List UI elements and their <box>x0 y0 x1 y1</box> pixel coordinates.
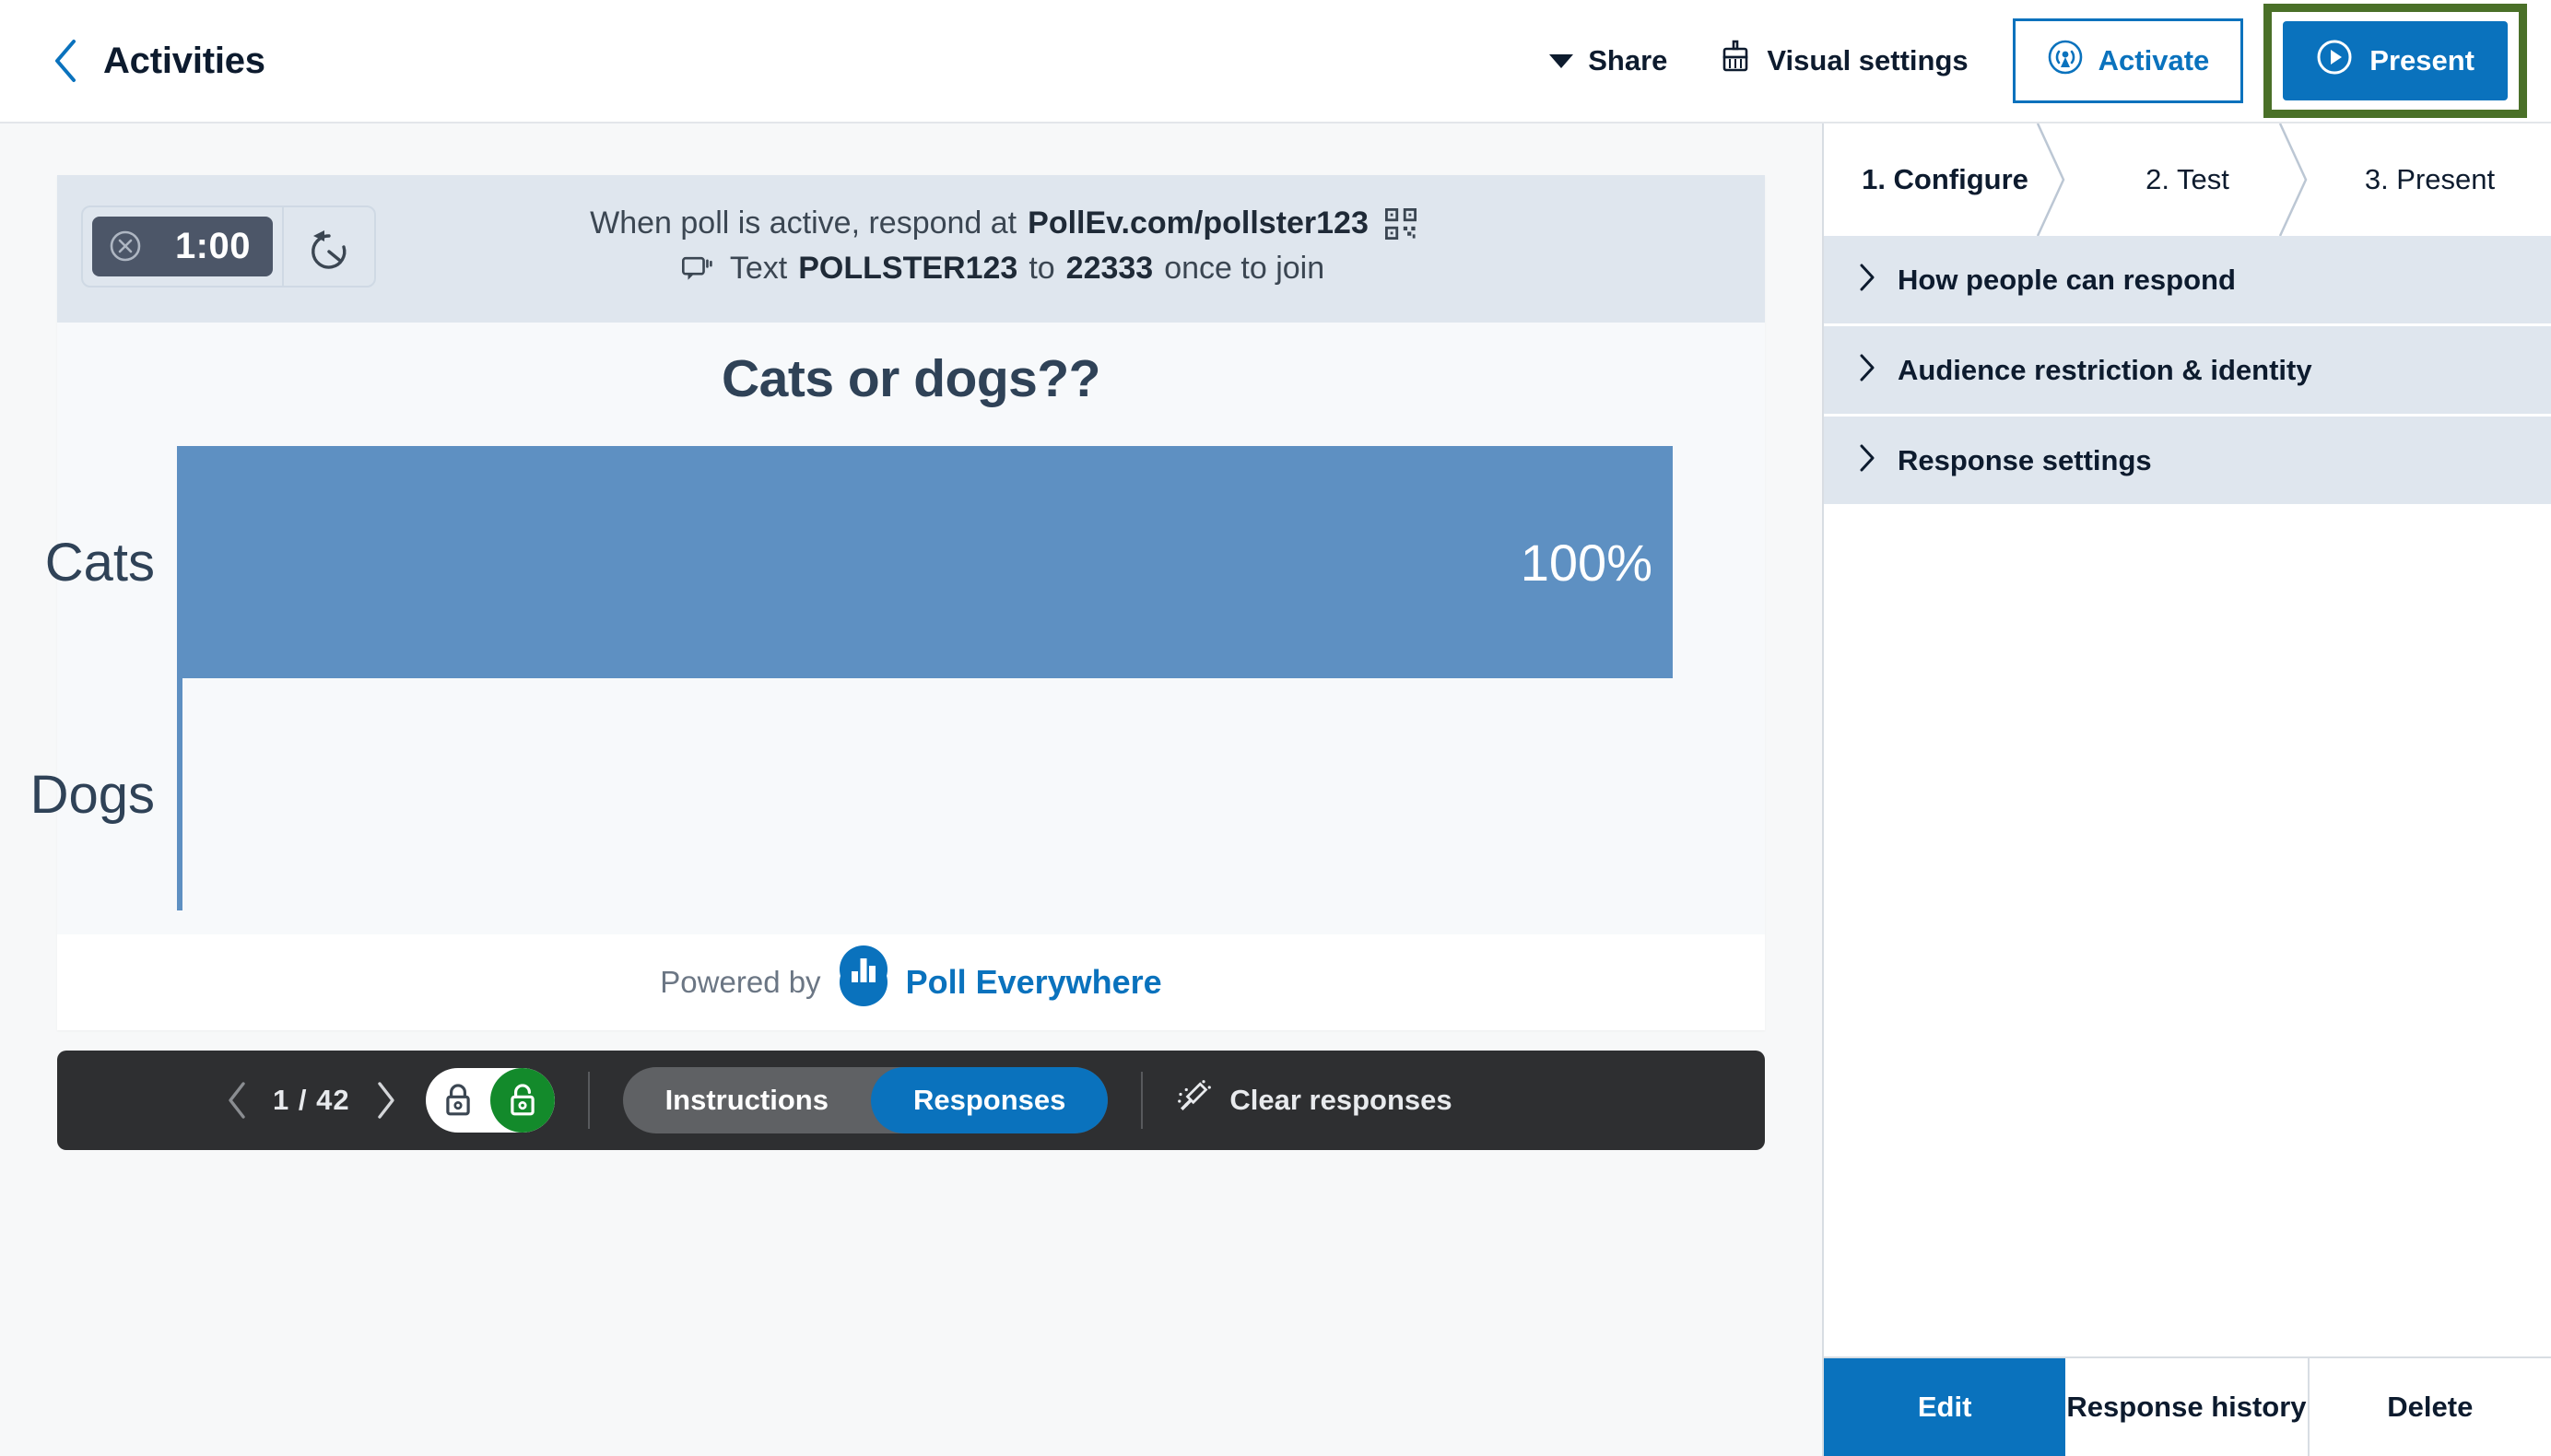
view-mode-toggle: Instructions Responses <box>622 1067 1109 1133</box>
broom-icon <box>1176 1078 1213 1122</box>
timer-reset-icon <box>304 216 354 277</box>
body-row: 1:00 When poll is active, respond at Pol… <box>0 123 2551 1456</box>
tab-test[interactable]: 2. Test <box>2066 123 2310 237</box>
chart-category-label: Cats <box>44 532 155 593</box>
activate-label: Activate <box>2098 44 2210 76</box>
present-highlight-box: Present <box>2263 4 2527 118</box>
prev-slide-button[interactable] <box>225 1080 249 1121</box>
settings-accordion: How people can respond Audience restrict… <box>1824 236 2551 507</box>
x-circle-icon[interactable] <box>107 228 144 264</box>
tab-present-label: 3. Present <box>2364 163 2496 195</box>
accordion-label: How people can respond <box>1898 263 2236 296</box>
control-divider <box>1141 1072 1144 1129</box>
chart-bar-row: Dogs <box>30 678 1673 910</box>
presenter-control-bar: 1 / 42 Instructions Responses Clear resp… <box>57 1051 1765 1150</box>
chevron-right-icon <box>1857 352 1877 388</box>
visual-settings-label: Visual settings <box>1767 44 1969 76</box>
present-button[interactable]: Present <box>2283 21 2508 100</box>
paintbrush-icon <box>1719 39 1752 83</box>
slide-counter: 1 / 42 <box>273 1084 350 1116</box>
top-toolbar: Activities Share Visual settings Activat… <box>0 0 2551 123</box>
timer-value: 1:00 <box>174 225 251 266</box>
visual-settings-button[interactable]: Visual settings <box>1699 26 1988 96</box>
poll-branding-footer: Powered by Poll Everywhere <box>57 934 1765 1030</box>
accordion-audience-restriction-identity[interactable]: Audience restriction & identity <box>1824 326 2551 417</box>
clear-responses-label: Clear responses <box>1229 1084 1452 1116</box>
tab-responses[interactable]: Responses <box>870 1067 1109 1133</box>
share-label: Share <box>1588 44 1668 76</box>
text-middle: to <box>1029 251 1055 286</box>
step-tabs: 1. Configure 2. Test 3. Present <box>1824 123 2551 237</box>
control-divider <box>587 1072 590 1129</box>
results-bar-chart: Cats 100% Dogs <box>30 429 1765 934</box>
poll-preview-card: 1:00 When poll is active, respond at Pol… <box>30 175 1765 1030</box>
poll-instructions: When poll is active, respond at PollEv.c… <box>404 205 1741 287</box>
text-suffix: once to join <box>1164 251 1325 286</box>
text-prefix: Text <box>729 251 788 286</box>
tab-instructions[interactable]: Instructions <box>623 1067 871 1133</box>
chart-plot-area: Cats 100% Dogs <box>30 446 1673 910</box>
main-panel: 1:00 When poll is active, respond at Pol… <box>0 123 1822 1456</box>
timer-pill[interactable]: 1:00 <box>92 216 273 276</box>
chart-bar-row: Cats 100% <box>45 446 1673 678</box>
back-button[interactable] <box>48 38 83 84</box>
text-to-join-line: Text POLLSTER123 to 22333 once to join <box>681 251 1325 287</box>
chevron-right-icon <box>1857 442 1877 478</box>
chevron-right-icon <box>1857 262 1877 298</box>
poll-response-header: 1:00 When poll is active, respond at Pol… <box>57 175 1765 323</box>
config-sidebar: 1. Configure 2. Test 3. Present How peop… <box>1822 123 2551 1456</box>
poll-everywhere-app: Activities Share Visual settings Activat… <box>0 0 2551 1456</box>
lock-closed-icon[interactable] <box>426 1068 490 1133</box>
poll-everywhere-logo-icon <box>839 945 888 1006</box>
accordion-how-people-can-respond[interactable]: How people can respond <box>1824 236 2551 326</box>
sidebar-action-bar: Edit Response history Delete <box>1824 1356 2551 1456</box>
broadcast-icon <box>2047 38 2084 84</box>
toolbar-actions: Share Visual settings Activate Present <box>1531 4 2527 118</box>
sidebar-empty-area <box>1824 507 2551 1356</box>
tab-configure-label: 1. Configure <box>1862 163 2028 195</box>
accordion-response-settings[interactable]: Response settings <box>1824 417 2551 507</box>
timer-widget[interactable]: 1:00 <box>81 205 376 288</box>
step-separator-icon <box>2278 123 2310 237</box>
activate-button[interactable]: Activate <box>2012 18 2244 103</box>
text-shortcode: 22333 <box>1065 251 1154 286</box>
accordion-label: Audience restriction & identity <box>1898 353 2312 386</box>
powered-by-label: Powered by <box>660 965 821 999</box>
slide-pager: 1 / 42 <box>225 1080 398 1121</box>
poll-question-title: Cats or dogs?? <box>721 349 1101 408</box>
chart-value-label: 100% <box>1520 533 1652 592</box>
step-separator-icon <box>2036 123 2067 237</box>
clear-responses-button[interactable]: Clear responses <box>1176 1078 1452 1122</box>
tab-configure[interactable]: 1. Configure <box>1824 123 2067 237</box>
share-button[interactable]: Share <box>1531 31 1686 90</box>
timer-reset-button[interactable] <box>282 206 374 286</box>
response-lock-toggle[interactable] <box>425 1068 555 1133</box>
tab-test-label: 2. Test <box>2145 163 2229 195</box>
respond-at-url: PollEv.com/pollster123 <box>1028 205 1369 241</box>
delete-button[interactable]: Delete <box>2309 1358 2551 1456</box>
edit-button[interactable]: Edit <box>1824 1358 2066 1456</box>
chevron-left-icon <box>52 38 79 84</box>
text-keyword: POLLSTER123 <box>798 251 1018 286</box>
response-history-button[interactable]: Response history <box>2065 1358 2310 1456</box>
lock-open-icon[interactable] <box>489 1068 555 1133</box>
chart-bar: 100% <box>182 446 1673 678</box>
tab-present[interactable]: 3. Present <box>2309 123 2551 236</box>
present-label: Present <box>2369 44 2475 76</box>
page-title: Activities <box>103 40 265 81</box>
poll-everywhere-brand: Poll Everywhere <box>905 963 1162 1001</box>
chart-category-label: Dogs <box>29 764 155 825</box>
respond-at-prefix: When poll is active, respond at <box>590 205 1017 241</box>
play-circle-icon <box>2316 39 2353 83</box>
respond-at-line: When poll is active, respond at PollEv.c… <box>590 205 1417 241</box>
qr-code-icon[interactable] <box>1384 207 1417 240</box>
chart-bar <box>182 678 203 910</box>
poll-result-area: Cats or dogs?? Cats 100% Dogs Powered by… <box>30 323 1765 1030</box>
chevron-down-icon <box>1549 53 1574 68</box>
next-slide-button[interactable] <box>374 1080 398 1121</box>
accordion-label: Response settings <box>1898 443 2152 476</box>
sms-message-icon <box>681 255 713 283</box>
